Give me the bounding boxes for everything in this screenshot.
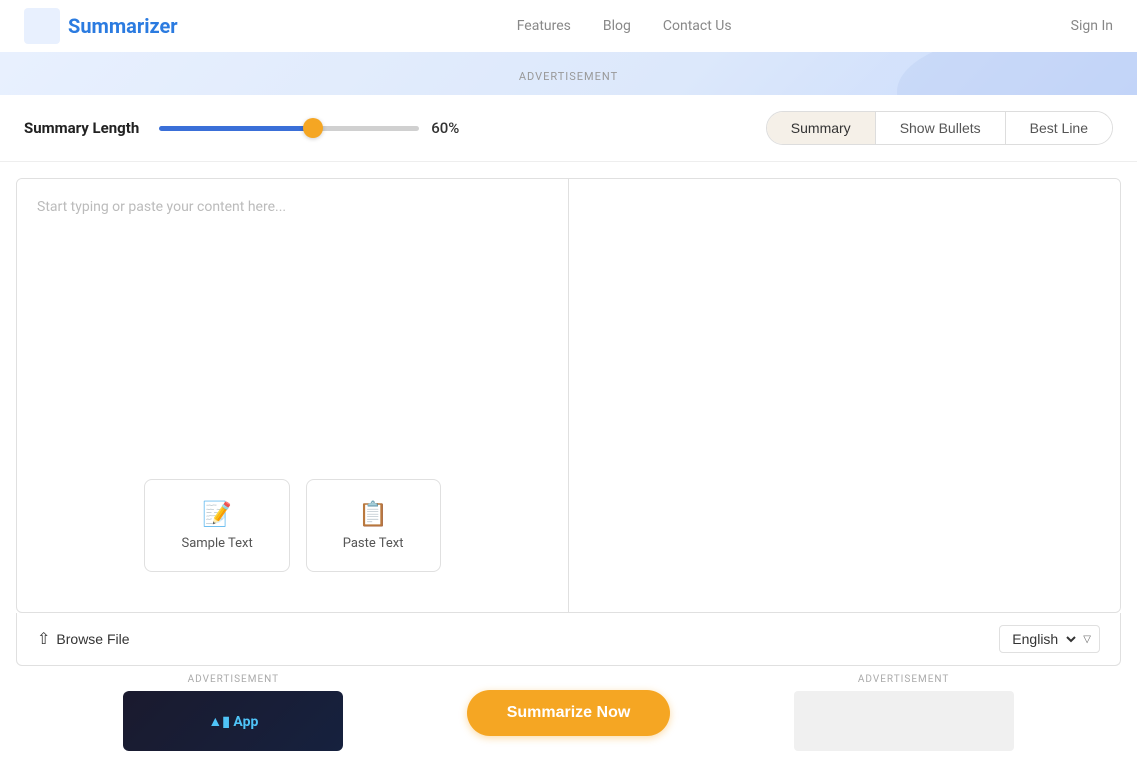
sample-text-icon: 📝	[202, 500, 232, 528]
logo-area: 📚 Summarizer	[24, 8, 178, 44]
bottom-bar: ⇧ Browse File English Spanish French Ger…	[16, 613, 1121, 666]
paste-text-icon: 📋	[358, 500, 388, 528]
ad-banner-top: ADVERTISEMENT	[0, 52, 1137, 95]
tab-best-line[interactable]: Best Line	[1006, 112, 1112, 144]
chevron-down-icon: ▽	[1083, 634, 1091, 645]
app-header: 📚 Summarizer Features Blog Contact Us Si…	[0, 0, 1137, 52]
sample-text-label: Sample Text	[181, 536, 252, 551]
nav-features[interactable]: Features	[517, 18, 571, 34]
input-textarea[interactable]	[17, 179, 568, 439]
view-tab-group: Summary Show Bullets Best Line	[766, 111, 1113, 145]
nav-blog[interactable]: Blog	[603, 18, 631, 34]
browse-file-label: Browse File	[56, 631, 129, 647]
nav-contact[interactable]: Contact Us	[663, 18, 732, 34]
footer-center: Summarize Now	[467, 674, 671, 751]
app-title: Summarizer	[68, 14, 178, 38]
summary-length-slider[interactable]	[159, 126, 419, 131]
tab-show-bullets[interactable]: Show Bullets	[876, 112, 1006, 144]
footer-ad-right: ADVERTISEMENT	[686, 674, 1121, 751]
footer-row: ADVERTISEMENT ▲▮ App Summarize Now ADVER…	[0, 666, 1137, 763]
ad-label-top: ADVERTISEMENT	[519, 70, 618, 83]
tab-summary[interactable]: Summary	[767, 112, 876, 144]
nav-signin[interactable]: Sign In	[1071, 18, 1113, 34]
summary-length-label: Summary Length	[24, 119, 139, 137]
logo-icon: 📚	[24, 8, 60, 44]
paste-text-label: Paste Text	[343, 536, 404, 551]
language-selector[interactable]: English Spanish French German Arabic ▽	[999, 625, 1100, 653]
ad-image-right	[794, 691, 1014, 751]
action-buttons-area: 📝 Sample Text 📋 Paste Text	[17, 439, 568, 612]
output-pane	[569, 179, 1120, 612]
browse-file-button[interactable]: ⇧ Browse File	[37, 625, 130, 653]
footer-ad-right-label: ADVERTISEMENT	[858, 674, 949, 685]
slider-container: 60%	[159, 119, 479, 137]
controls-bar: Summary Length 60% Summary Show Bullets …	[0, 95, 1137, 162]
slider-value: 60%	[431, 119, 471, 137]
main-content: Summary Length 60% Summary Show Bullets …	[0, 95, 1137, 666]
summarize-now-button[interactable]: Summarize Now	[467, 690, 671, 736]
ad-image-left: ▲▮ App	[123, 691, 343, 751]
sample-text-card[interactable]: 📝 Sample Text	[144, 479, 289, 572]
footer-ad-left: ADVERTISEMENT ▲▮ App	[16, 674, 451, 751]
paste-text-card[interactable]: 📋 Paste Text	[306, 479, 441, 572]
input-pane: 📝 Sample Text 📋 Paste Text	[17, 179, 569, 612]
language-dropdown[interactable]: English Spanish French German Arabic	[1008, 630, 1079, 648]
editor-section: 📝 Sample Text 📋 Paste Text	[16, 178, 1121, 613]
upload-icon: ⇧	[37, 629, 50, 649]
footer-ad-left-label: ADVERTISEMENT	[188, 674, 279, 685]
nav-links: Features Blog Contact Us	[517, 18, 732, 34]
ad-image-inner-left: ▲▮ App	[123, 691, 343, 751]
